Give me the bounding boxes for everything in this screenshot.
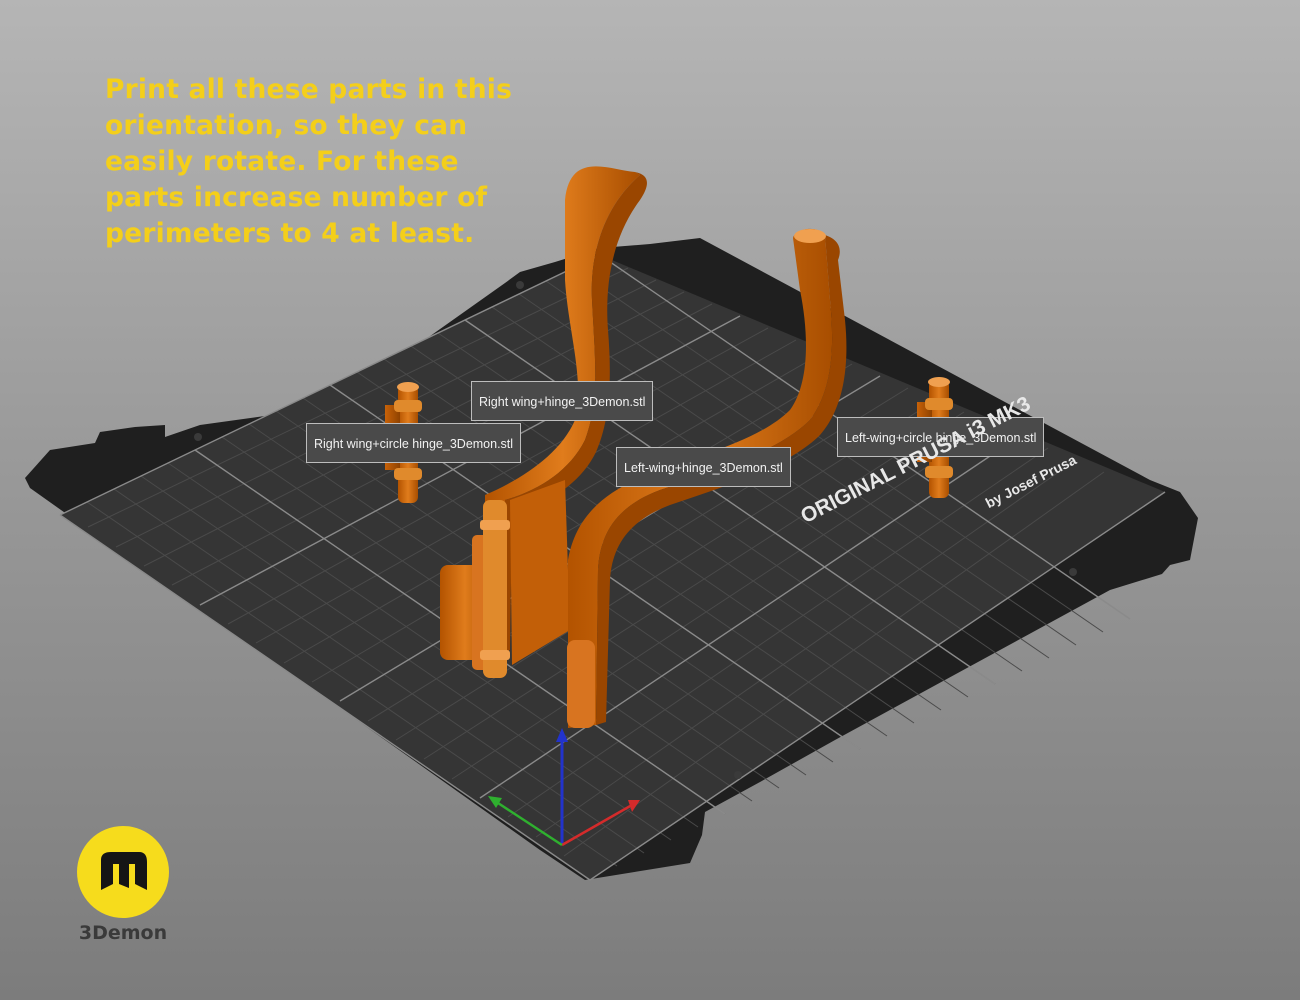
brand-name: 3Demon [78,922,168,944]
instruction-line: orientation, so they can [105,110,468,141]
instruction-note: Print all these parts in this orientatio… [105,72,525,252]
3demon-logo-icon [77,826,169,918]
object-label-left-wing-hinge[interactable]: Left-wing+hinge_3Demon.stl [616,447,791,487]
instruction-line: Print all these parts in this [105,74,513,105]
instruction-line: perimeters to 4 at least. [105,218,475,249]
instruction-line: parts increase number of [105,182,488,213]
object-label-right-wing-hinge[interactable]: Right wing+hinge_3Demon.stl [471,381,654,421]
instruction-line: easily rotate. For these [105,146,459,177]
object-label-right-wing-circle-hinge[interactable]: Right wing+circle hinge_3Demon.stl [306,423,522,463]
